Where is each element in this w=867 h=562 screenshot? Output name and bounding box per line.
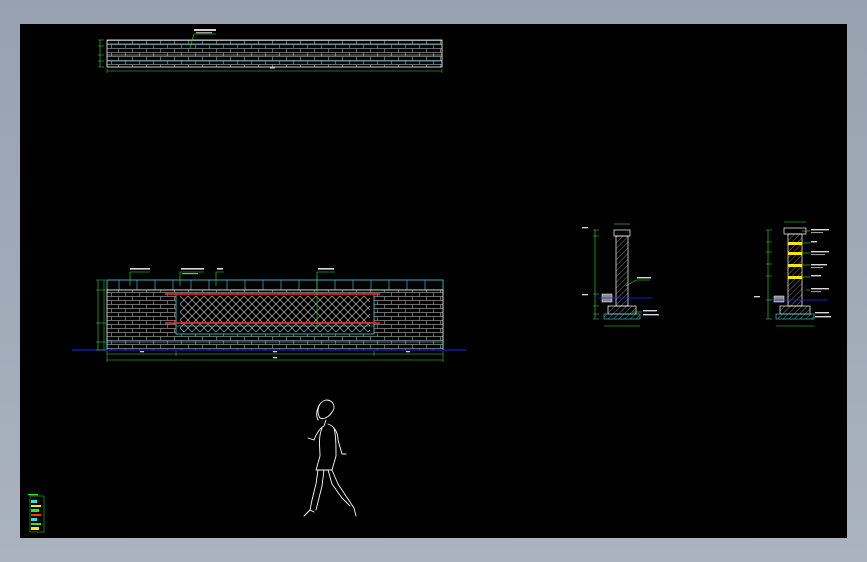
cad-drawing-canvas[interactable] [20,24,847,538]
scale-figure-woman [303,399,357,517]
section-a-footing [607,305,637,315]
section-b-yellow-1 [788,242,802,245]
note-label-3 [217,268,223,270]
plan-note-text [194,29,216,31]
lattice-infill [180,296,370,332]
wall-section-a [582,223,659,327]
wall-front-elevation [72,268,466,362]
figure-head [317,399,335,419]
section-b-yellow-4 [788,276,802,279]
wall-section-b [754,221,831,327]
section-b-base [775,313,815,320]
wall-plan-view [98,29,443,73]
note-label-1 [130,268,150,270]
note-label-2 [181,268,204,270]
cad-drawing-svg [28,29,831,533]
mini-legend-block [28,494,45,533]
section-b-footing [779,305,811,315]
section-b-yellow-3 [788,264,802,267]
note-label-4 [318,268,334,270]
coping-cap [106,279,444,291]
section-a-base [603,313,641,320]
section-a-stem [615,235,629,307]
section-b-yellow-2 [788,252,802,255]
section-a-cap [613,229,631,237]
